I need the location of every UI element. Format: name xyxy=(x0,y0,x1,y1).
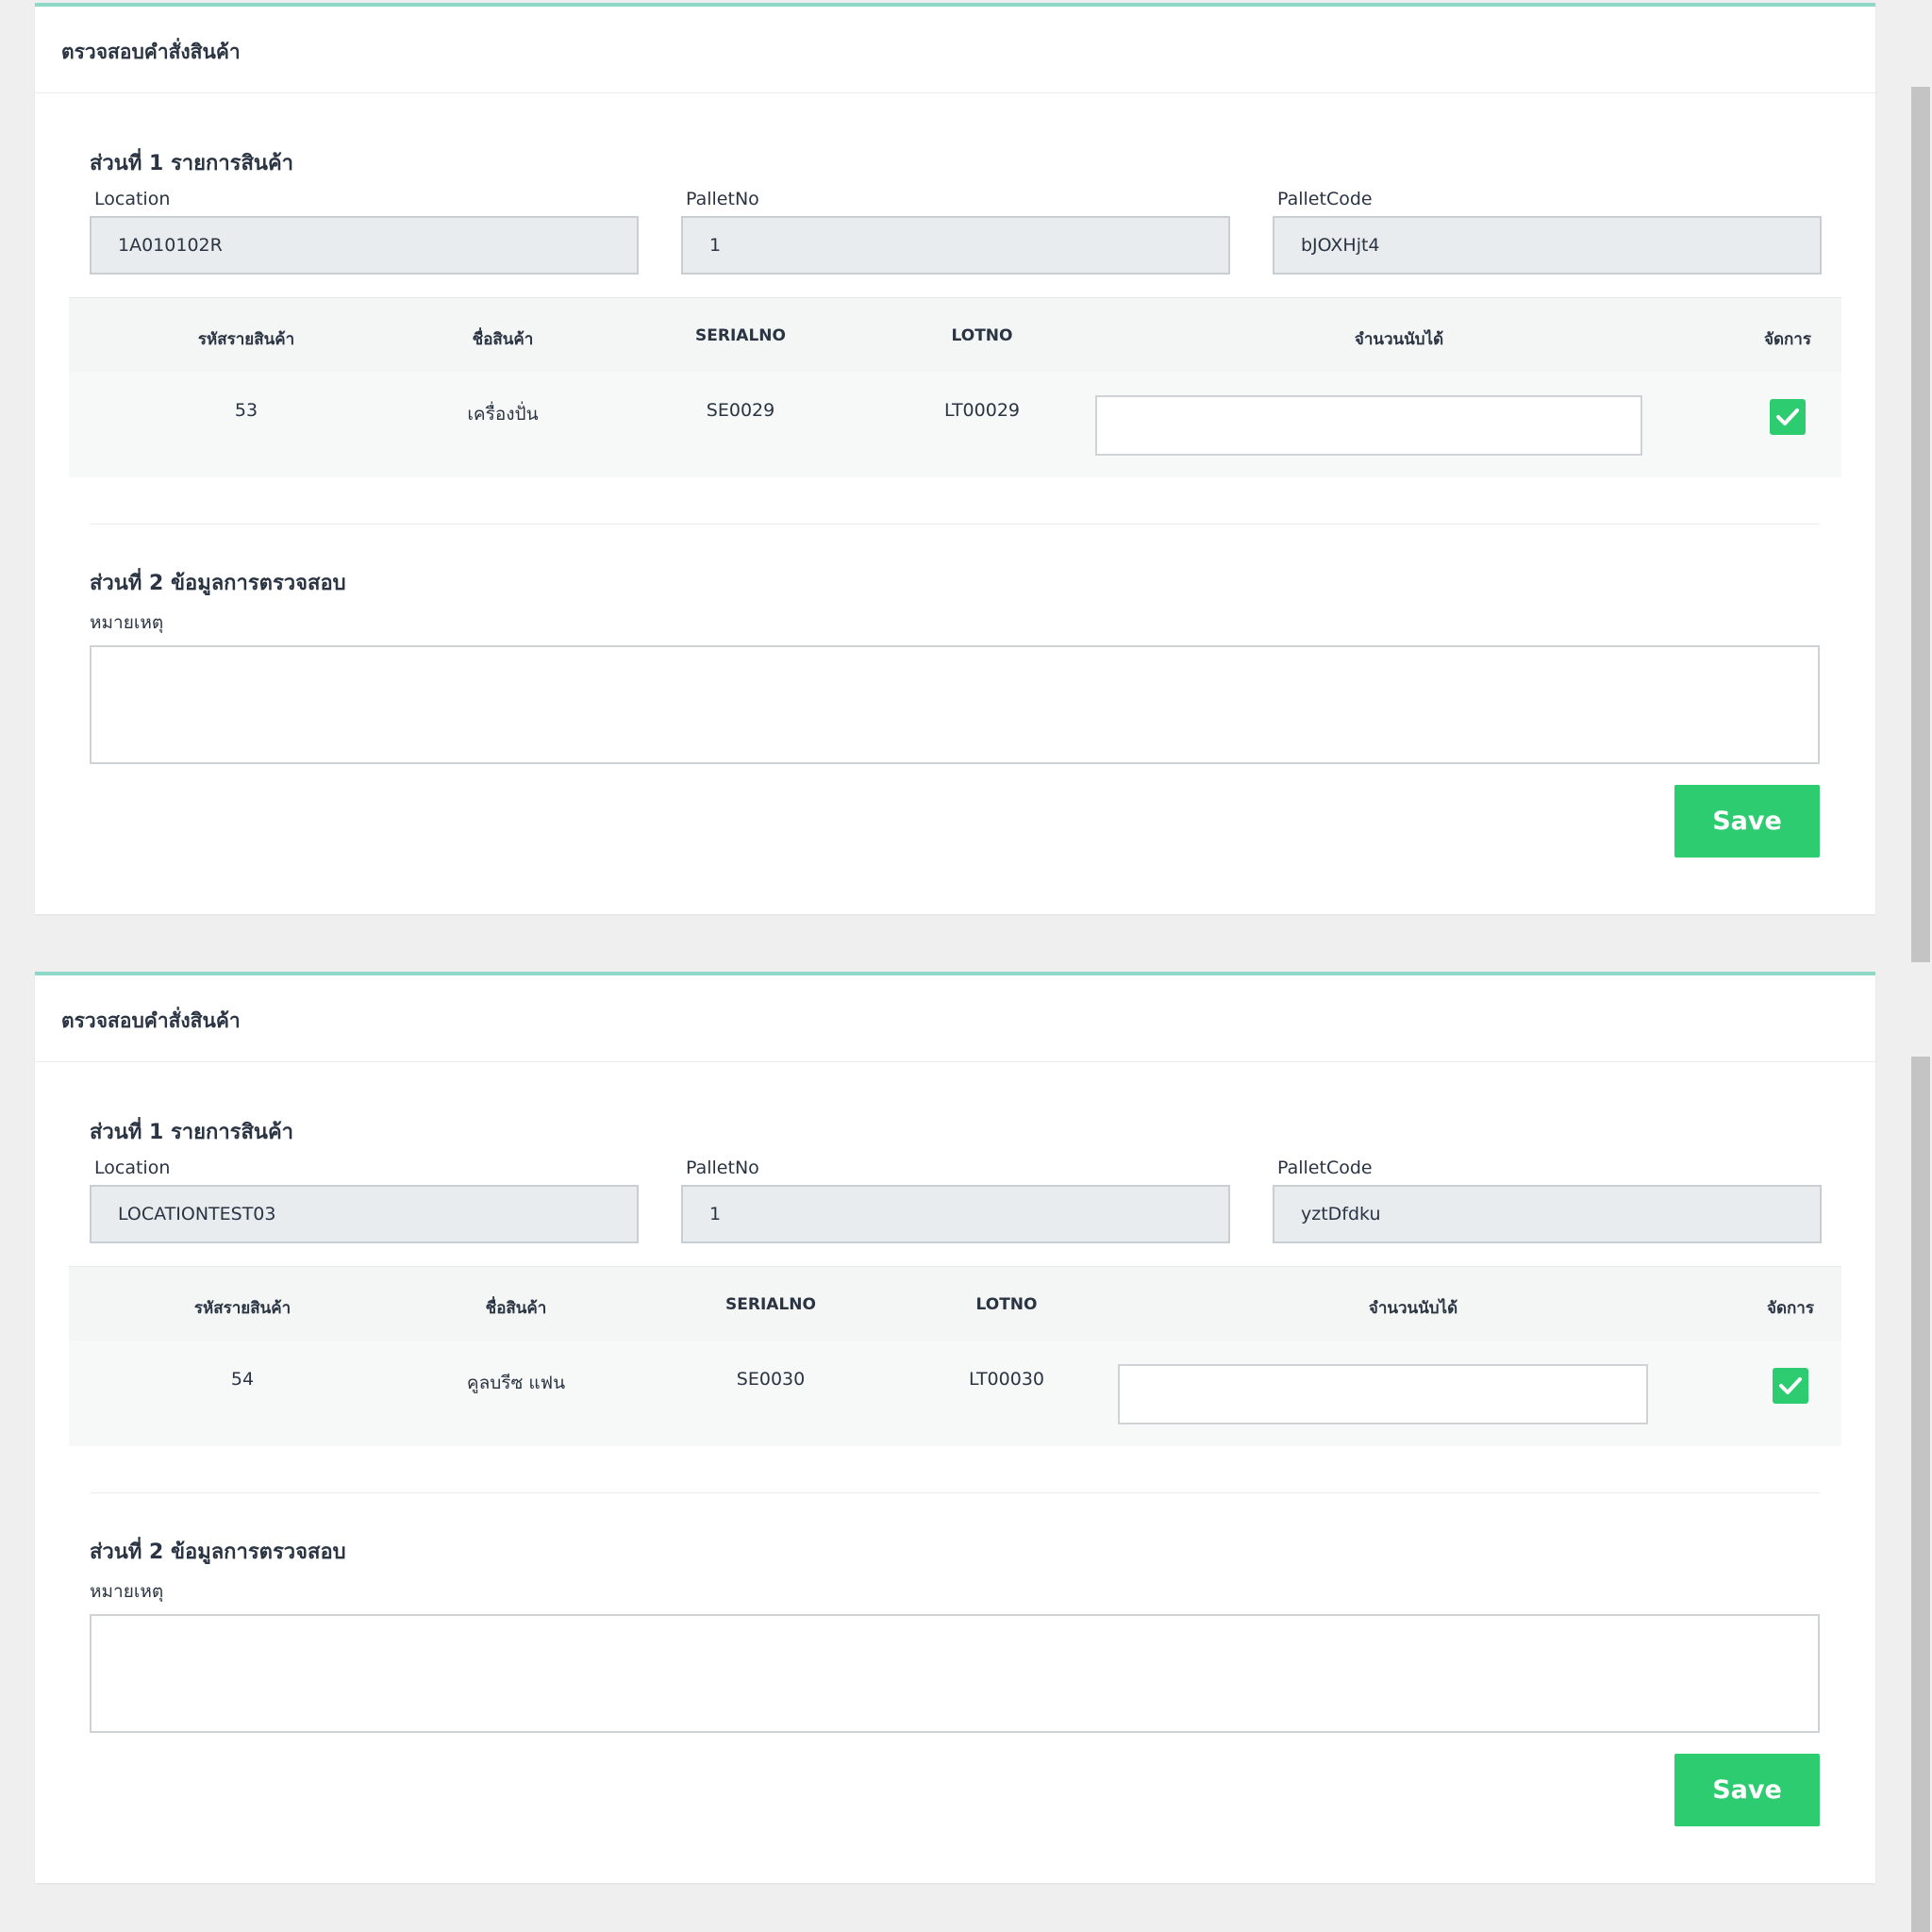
col-counted-qty: จำนวนนับได้ xyxy=(1354,330,1444,349)
remark-label: หมายเหตุ xyxy=(90,1581,164,1602)
section-divider xyxy=(90,524,1820,525)
pallet-code-field[interactable]: bJOXHjt4 xyxy=(1273,216,1822,275)
section-2-title: ส่วนที่ 2 ข้อมูลการตรวจสอบ xyxy=(90,572,346,595)
check-order-panel: ตรวจสอบคำสั่งสินค้า ส่วนที่ 1 รายการสินค… xyxy=(35,3,1875,914)
cell-lotno: LT00029 xyxy=(943,400,1021,421)
location-label: Location xyxy=(94,1158,171,1178)
remark-textarea[interactable] xyxy=(90,645,1820,764)
col-lotno: LOTNO xyxy=(975,1295,1038,1314)
confirm-checkbox[interactable] xyxy=(1770,399,1806,435)
cell-product-name: คูลบรีซ แฟน xyxy=(466,1373,566,1393)
counted-qty-input[interactable] xyxy=(1095,395,1642,456)
check-order-panel: ตรวจสอบคำสั่งสินค้า ส่วนที่ 1 รายการสินค… xyxy=(35,972,1875,1883)
cell-serialno: SE0030 xyxy=(736,1369,806,1390)
pallet-code-field[interactable]: yztDfdku xyxy=(1273,1185,1822,1243)
col-product-name: ชื่อสินค้า xyxy=(472,330,534,349)
col-product-name: ชื่อสินค้า xyxy=(485,1299,547,1318)
col-serialno: SERIALNO xyxy=(725,1295,816,1314)
check-icon xyxy=(1776,408,1799,425)
counted-qty-input[interactable] xyxy=(1118,1364,1648,1424)
panel-header: ตรวจสอบคำสั่งสินค้า xyxy=(35,975,1875,1062)
cell-lotno: LT00030 xyxy=(968,1369,1045,1390)
table-header: รหัสรายสินค้า ชื่อสินค้า SERIALNO LOTNO … xyxy=(69,297,1841,373)
section-1-title: ส่วนที่ 1 รายการสินค้า xyxy=(90,1121,294,1144)
col-actions: จัดการ xyxy=(1767,1299,1814,1318)
save-button[interactable]: Save xyxy=(1674,785,1820,858)
cell-serialno: SE0029 xyxy=(706,400,775,421)
col-lotno: LOTNO xyxy=(951,326,1013,345)
pallet-no-label: PalletNo xyxy=(686,189,759,209)
confirm-checkbox[interactable] xyxy=(1773,1368,1808,1404)
panel-title: ตรวจสอบคำสั่งสินค้า xyxy=(61,1009,241,1032)
remark-textarea[interactable] xyxy=(90,1614,1820,1733)
check-icon xyxy=(1779,1377,1802,1394)
cell-product-code: 54 xyxy=(230,1369,255,1390)
table-header: รหัสรายสินค้า ชื่อสินค้า SERIALNO LOTNO … xyxy=(69,1266,1841,1341)
location-field[interactable]: 1A010102R xyxy=(90,216,639,275)
col-actions: จัดการ xyxy=(1764,330,1811,349)
section-divider xyxy=(90,1492,1820,1493)
pallet-code-label: PalletCode xyxy=(1277,189,1373,209)
pallet-code-label: PalletCode xyxy=(1277,1158,1373,1178)
cell-product-name: เครื่องปั่น xyxy=(467,404,539,425)
scrollbar-thumb[interactable] xyxy=(1911,1057,1930,1932)
save-button[interactable]: Save xyxy=(1674,1754,1820,1826)
table-row: 53 เครื่องปั่น SE0029 LT00029 xyxy=(69,372,1841,477)
remark-label: หมายเหตุ xyxy=(90,612,164,633)
section-2-title: ส่วนที่ 2 ข้อมูลการตรวจสอบ xyxy=(90,1541,346,1564)
location-label: Location xyxy=(94,189,171,209)
panel-header: ตรวจสอบคำสั่งสินค้า xyxy=(35,7,1875,93)
col-serialno: SERIALNO xyxy=(695,326,786,345)
section-1-title: ส่วนที่ 1 รายการสินค้า xyxy=(90,152,294,175)
panel-title: ตรวจสอบคำสั่งสินค้า xyxy=(61,41,241,63)
col-counted-qty: จำนวนนับได้ xyxy=(1368,1299,1458,1318)
col-product-code: รหัสรายสินค้า xyxy=(197,330,295,349)
col-product-code: รหัสรายสินค้า xyxy=(193,1299,291,1318)
pallet-no-field[interactable]: 1 xyxy=(681,1185,1230,1243)
table-row: 54 คูลบรีซ แฟน SE0030 LT00030 xyxy=(69,1341,1841,1446)
location-field[interactable]: LOCATIONTEST03 xyxy=(90,1185,639,1243)
cell-product-code: 53 xyxy=(234,400,258,421)
pallet-no-label: PalletNo xyxy=(686,1158,759,1178)
pallet-no-field[interactable]: 1 xyxy=(681,216,1230,275)
scrollbar-thumb[interactable] xyxy=(1911,87,1930,962)
